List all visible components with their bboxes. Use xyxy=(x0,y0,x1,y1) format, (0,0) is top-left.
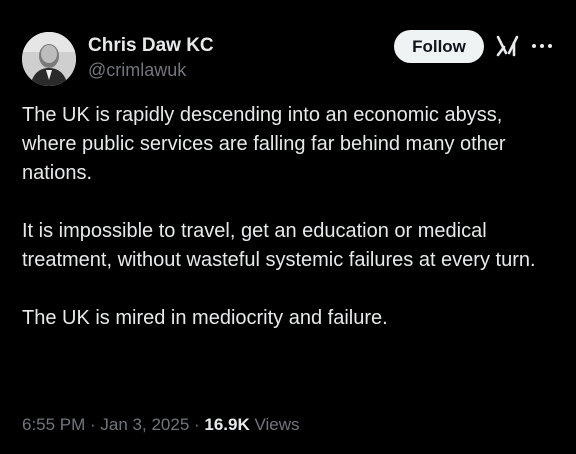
views-count: 16.9K xyxy=(204,415,250,434)
tweet-paragraph: It is impossible to travel, get an educa… xyxy=(22,220,536,271)
grok-icon[interactable] xyxy=(496,33,520,59)
tweet-text: The UK is rapidly descending into an eco… xyxy=(22,101,552,333)
author-display-name[interactable]: Chris Daw KC xyxy=(88,35,214,57)
more-dots-icon[interactable] xyxy=(530,38,554,54)
views-label: Views xyxy=(249,415,300,434)
tweet-paragraph: The UK is mired in mediocrity and failur… xyxy=(22,307,388,329)
author-block: Chris Daw KC @crimlawuk xyxy=(88,35,214,81)
tweet-date[interactable]: Jan 3, 2025 xyxy=(100,415,189,434)
tweet-meta: 6:55 PM · Jan 3, 2025 · 16.9K Views xyxy=(22,414,300,436)
avatar[interactable] xyxy=(22,32,76,86)
tweet-paragraph: The UK is rapidly descending into an eco… xyxy=(22,104,506,184)
meta-separator: · xyxy=(85,415,101,434)
author-handle[interactable]: @crimlawuk xyxy=(88,59,214,81)
follow-button[interactable]: Follow xyxy=(394,30,484,63)
tweet: Chris Daw KC @crimlawuk Follow The UK is… xyxy=(0,0,576,454)
tweet-time[interactable]: 6:55 PM xyxy=(22,415,85,434)
meta-separator: · xyxy=(189,415,205,434)
